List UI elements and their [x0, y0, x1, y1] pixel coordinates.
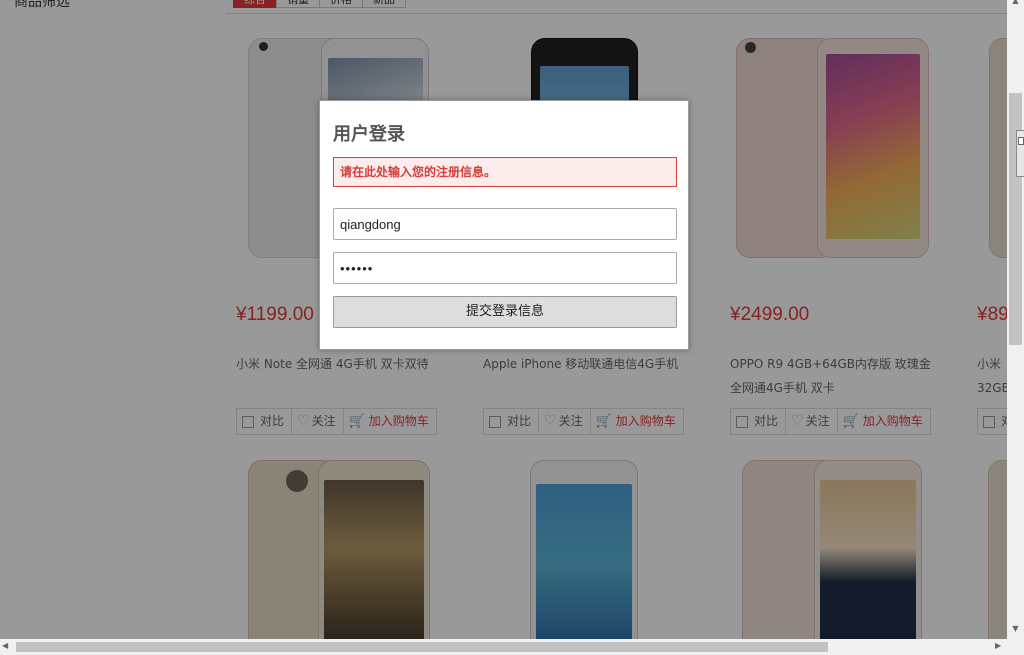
- scroll-left-icon[interactable]: ◀: [2, 641, 8, 650]
- password-input[interactable]: [333, 252, 677, 284]
- scroll-up-icon[interactable]: ▲: [1007, 0, 1024, 8]
- side-tab-icon: [1018, 137, 1024, 145]
- vertical-scrollbar[interactable]: ▲ ▼: [1007, 0, 1024, 639]
- submit-login-button[interactable]: 提交登录信息: [333, 296, 677, 328]
- dialog-title: 用户登录: [333, 124, 405, 145]
- horizontal-scrollbar[interactable]: ◀ ▶: [0, 639, 1007, 655]
- side-float-tab[interactable]: [1016, 130, 1024, 177]
- horizontal-scroll-thumb[interactable]: [16, 642, 828, 652]
- scrollbar-corner: [1007, 639, 1024, 655]
- scroll-down-icon[interactable]: ▼: [1007, 624, 1024, 638]
- username-input[interactable]: [333, 208, 677, 240]
- scroll-right-icon[interactable]: ▶: [995, 641, 1001, 650]
- login-dialog: 用户登录 请在此处输入您的注册信息。 提交登录信息: [319, 100, 689, 350]
- alert-message: 请在此处输入您的注册信息。: [333, 157, 677, 187]
